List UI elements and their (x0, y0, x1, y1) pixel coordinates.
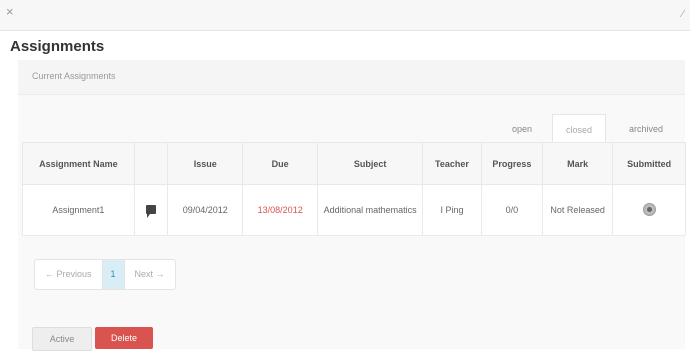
due-date: 13/08/2012 (242, 184, 319, 236)
close-icon[interactable]: × (6, 4, 14, 19)
teacher: I Ping (422, 184, 482, 236)
col-header-issue[interactable]: Issue (167, 142, 244, 185)
assignments-table: Assignment Name Issue Due Subject Teache… (22, 142, 686, 236)
col-header-mark[interactable]: Mark (541, 142, 614, 185)
progress: 0/0 (480, 184, 543, 236)
submitted-status-icon[interactable] (642, 202, 656, 216)
assignment-name[interactable]: Assignment1 (22, 184, 135, 236)
pagination-previous[interactable]: ← Previous (35, 260, 103, 289)
active-button[interactable]: Active (32, 327, 92, 351)
resize-icon[interactable]: ⁄ (682, 8, 684, 20)
table-row[interactable]: Assignment1 09/04/2012 13/08/2012 Additi… (22, 184, 686, 236)
panel-heading: Current Assignments (18, 60, 685, 95)
col-header-progress[interactable]: Progress (480, 142, 543, 185)
filter-closed[interactable]: closed (552, 114, 606, 145)
table-header-row: Assignment Name Issue Due Subject Teache… (22, 142, 686, 185)
filter-archived[interactable]: archived (616, 114, 676, 144)
comment-icon[interactable] (146, 204, 157, 218)
window-topbar: × ⁄ (0, 0, 690, 31)
col-header-teacher[interactable]: Teacher (422, 142, 482, 185)
col-header-comment (133, 142, 169, 185)
panel-heading-label: Current Assignments (32, 71, 116, 81)
delete-button[interactable]: Delete (95, 327, 153, 349)
submitted-cell[interactable] (612, 184, 686, 236)
col-header-submitted[interactable]: Submitted (612, 142, 686, 185)
subject: Additional mathematics (317, 184, 424, 236)
filter-open[interactable]: open (500, 114, 544, 144)
col-header-subject[interactable]: Subject (317, 142, 424, 185)
pagination: ← Previous 1 Next → (34, 259, 176, 290)
issue-date: 09/04/2012 (167, 184, 244, 236)
col-header-due[interactable]: Due (242, 142, 319, 185)
assignment-filter-tabs: open closed archived (0, 114, 690, 145)
page-title: Assignments (10, 38, 105, 55)
pagination-next[interactable]: Next → (125, 260, 175, 289)
pagination-page-1[interactable]: 1 (102, 260, 125, 289)
comment-cell[interactable] (133, 184, 169, 236)
col-header-name[interactable]: Assignment Name (22, 142, 135, 185)
mark: Not Released (541, 184, 614, 236)
